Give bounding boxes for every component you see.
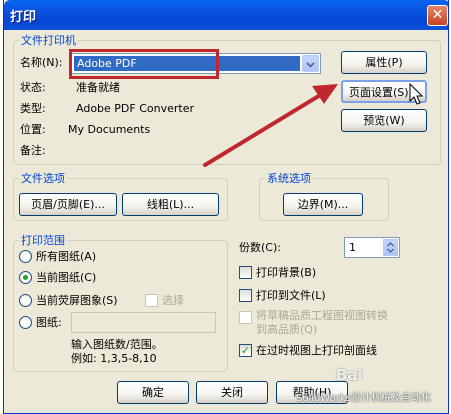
system-options-group-title: 系统选项	[265, 172, 313, 185]
dropdown-button[interactable]	[302, 55, 319, 72]
draft-to-high-label-1: 将草稿品质工程图视图转换	[256, 309, 388, 322]
type-value: Adobe PDF Converter	[76, 102, 195, 115]
baidu-watermark: Bai	[336, 366, 363, 384]
current-sheet-label: 当前图纸(C)	[36, 271, 97, 284]
print-cross-hatch-label: 在过时视图上打印剖面线	[256, 344, 377, 357]
all-sheets-label: 所有图纸(A)	[36, 250, 97, 263]
title-bar: 打印 ✕	[4, 0, 448, 30]
copies-spinner[interactable]	[383, 239, 398, 256]
file-options-group-title: 文件选项	[19, 172, 67, 185]
close-button[interactable]: 关闭	[196, 381, 268, 404]
draft-to-high-label-2: 到高品质(Q)	[256, 323, 318, 336]
draft-to-high-checkbox[interactable]	[239, 311, 252, 324]
file-printer-group-title: 文件打印机	[19, 34, 78, 47]
select-label: 选择	[162, 294, 184, 307]
print-background-label: 打印背景(B)	[256, 266, 317, 279]
sheets-hint-line1: 输入图纸数/范围。	[71, 338, 163, 351]
comment-label: 备注:	[20, 144, 46, 157]
dialog-title: 打印	[10, 10, 37, 25]
status-value: 准备就绪	[76, 81, 120, 94]
status-label: 状态:	[20, 81, 46, 94]
close-window-button[interactable]: ✕	[427, 5, 448, 26]
copies-input[interactable]: 1	[344, 237, 400, 258]
print-background-checkbox[interactable]	[239, 266, 252, 279]
chevron-down-icon	[306, 62, 315, 68]
sheets-label: 图纸:	[36, 316, 62, 329]
print-range-group-title: 打印范围	[19, 234, 67, 247]
sheets-radio[interactable]	[19, 316, 32, 329]
margins-button[interactable]: 边界(M)...	[283, 193, 363, 216]
header-footer-button[interactable]: 页眉/页脚(E)...	[19, 193, 117, 216]
location-value: My Documents	[68, 123, 151, 136]
sheets-hint-line2: 例如: 1,3,5-8,10	[71, 352, 157, 365]
printer-name-highlight-box	[69, 49, 219, 79]
copies-label: 份数(C):	[239, 241, 281, 254]
current-sheet-radio[interactable]	[19, 271, 32, 284]
type-label: 类型:	[20, 102, 46, 115]
line-weight-button[interactable]: 线粗(L)...	[122, 193, 219, 216]
current-screen-radio[interactable]	[19, 294, 32, 307]
print-dialog: 打印 ✕ 文件打印机 名称(N): Adobe PDF 状态: 准备就绪 类型:…	[3, 0, 449, 414]
current-screen-label: 当前荧屏图象(S)	[36, 294, 118, 307]
ok-button[interactable]: 确定	[117, 381, 189, 404]
print-to-file-label: 打印到文件(L)	[256, 289, 326, 302]
all-sheets-radio[interactable]	[19, 250, 32, 263]
sheets-input[interactable]	[71, 312, 216, 333]
select-checkbox[interactable]	[145, 294, 158, 307]
spinner-arrows-icon	[387, 242, 394, 253]
page-setup-button[interactable]: 页面设置(S)...	[341, 80, 427, 103]
properties-button[interactable]: 属性(P)	[341, 51, 427, 74]
preview-button[interactable]: 预览(W)	[341, 109, 427, 132]
close-icon: ✕	[431, 7, 444, 23]
wechat-watermark: SolidWorks设计机械及自动化	[296, 393, 431, 404]
location-label: 位置:	[20, 123, 46, 136]
printer-name-label: 名称(N):	[20, 56, 63, 69]
copies-value: 1	[349, 241, 356, 254]
print-to-file-checkbox[interactable]	[239, 289, 252, 302]
print-cross-hatch-checkbox[interactable]: ✓	[239, 344, 252, 357]
